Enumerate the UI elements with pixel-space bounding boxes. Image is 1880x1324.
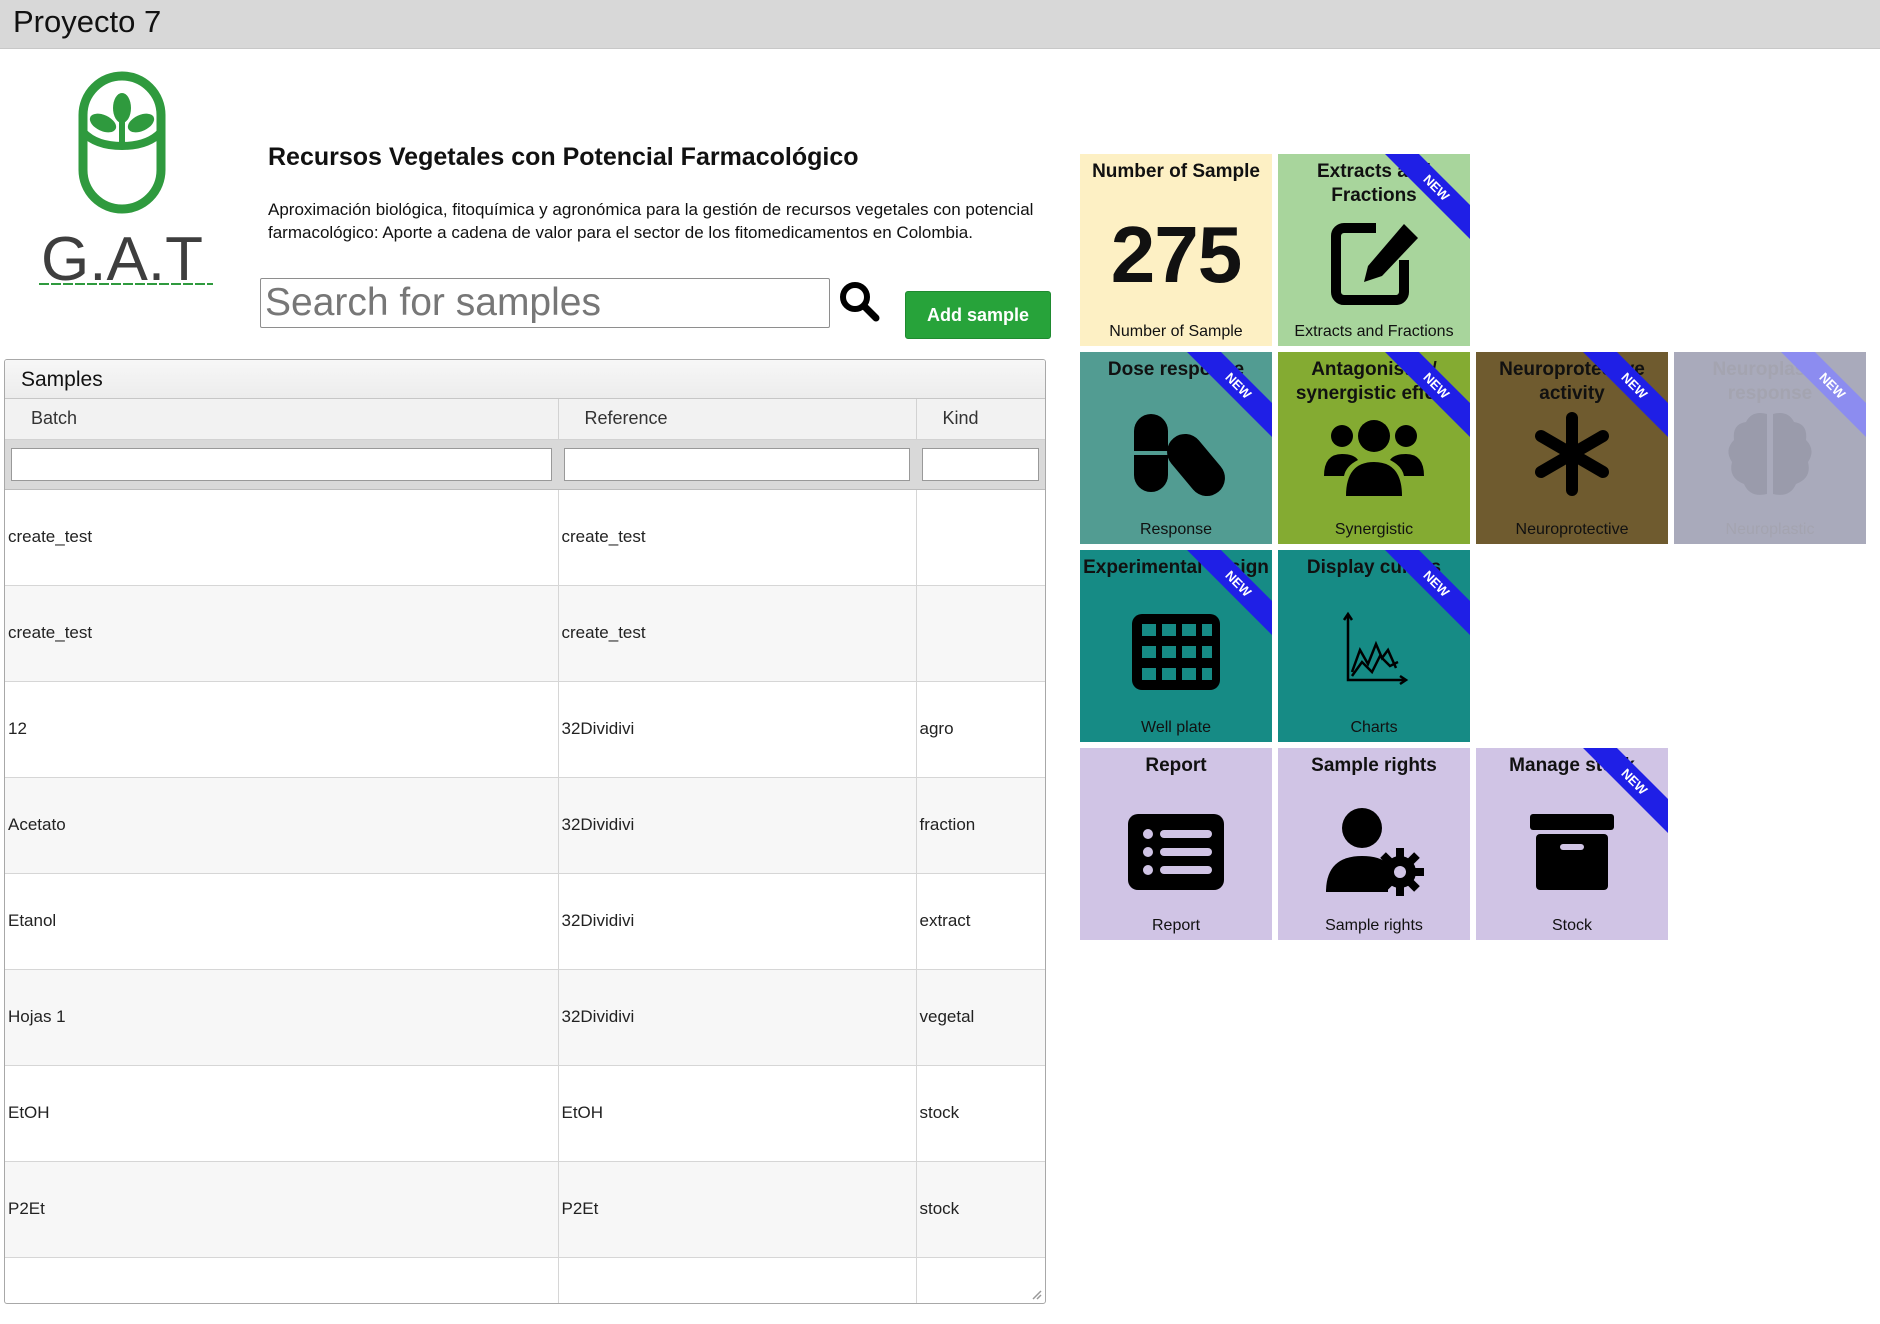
batch-cell xyxy=(5,1257,559,1303)
neuroprotective-tile[interactable]: Neuroprotective activity Neuroprotective… xyxy=(1476,352,1668,544)
pills-icon xyxy=(1134,414,1225,497)
user-gear-icon xyxy=(1326,808,1424,896)
sample-count: 275 xyxy=(1110,210,1242,299)
column-header-kind[interactable]: Kind xyxy=(916,399,1045,440)
tile-label: Report xyxy=(1151,917,1201,934)
kind-cell xyxy=(916,1257,1045,1303)
table-row[interactable]: P2Et P2Et stock xyxy=(5,1161,1045,1258)
column-header-batch[interactable]: Batch xyxy=(5,399,559,440)
list-icon xyxy=(1128,814,1224,890)
neuroplastic-tile: Neuroplastic response Neuroplastic NEW xyxy=(1674,352,1866,544)
app-page: Proyecto 7 G.A.T Recursos Vegetales con … xyxy=(0,0,1880,1324)
extracts-fractions-tile[interactable]: Extracts and Fractions Extracts and Frac… xyxy=(1278,154,1470,346)
table-row[interactable]: create_test create_test xyxy=(5,489,1045,586)
samples-panel-title: Samples xyxy=(5,360,1045,399)
kind-cell: stock xyxy=(916,1161,1045,1258)
kind-cell xyxy=(916,489,1045,586)
reference-cell xyxy=(558,1257,917,1303)
svg-text:G.A.T: G.A.T xyxy=(41,225,203,290)
batch-cell: Etanol xyxy=(5,873,559,970)
display-curves-tile[interactable]: Display curves Charts NEW xyxy=(1278,550,1470,742)
window-title: Proyecto 7 xyxy=(13,4,162,39)
batch-filter-input[interactable] xyxy=(11,447,552,481)
column-header-reference[interactable]: Reference xyxy=(558,399,917,440)
batch-cell: P2Et xyxy=(5,1161,559,1258)
tile-label: Charts xyxy=(1350,719,1398,736)
experimental-design-tile[interactable]: Experimental design Well plate NEW xyxy=(1080,550,1272,742)
tile-label: Response xyxy=(1139,521,1213,538)
kind-cell: stock xyxy=(916,1065,1045,1162)
table-row[interactable]: 12 32Dividivi agro xyxy=(5,681,1045,778)
reference-cell: EtOH xyxy=(558,1065,917,1162)
reference-cell: P2Et xyxy=(558,1161,917,1258)
kind-cell xyxy=(916,585,1045,682)
table-row[interactable]: Acetato 32Dividivi fraction xyxy=(5,777,1045,874)
table-row[interactable]: create_test create_test xyxy=(5,585,1045,682)
batch-cell: Hojas 1 xyxy=(5,969,559,1066)
tile-label: Sample rights xyxy=(1325,917,1423,934)
tile-label: Synergistic xyxy=(1334,521,1414,538)
reference-cell: create_test xyxy=(558,585,917,682)
kind-filter-input[interactable] xyxy=(922,447,1039,481)
search-input[interactable] xyxy=(260,278,830,328)
table-row[interactable]: Hojas 1 32Dividivi vegetal xyxy=(5,969,1045,1066)
samples-table: Batch Reference Kind create_test create_… xyxy=(5,399,1045,1303)
number-of-sample-tile[interactable]: Number of Sample 275 Number of Sample xyxy=(1080,154,1272,346)
users-icon xyxy=(1324,420,1424,496)
batch-cell: Acetato xyxy=(5,777,559,874)
brain-icon xyxy=(1728,413,1812,495)
batch-cell: create_test xyxy=(5,585,559,682)
sample-rights-tile[interactable]: Sample rights Sample rights xyxy=(1278,748,1470,940)
app-heading: Recursos Vegetales con Potencial Farmaco… xyxy=(268,143,859,171)
reference-filter-input[interactable] xyxy=(564,447,910,481)
edit-icon xyxy=(1331,223,1418,305)
add-sample-button[interactable]: Add sample xyxy=(905,291,1051,339)
report-tile[interactable]: Report Report xyxy=(1080,748,1272,940)
asterisk-icon xyxy=(1535,412,1609,496)
batch-cell: 12 xyxy=(5,681,559,778)
kind-cell: extract xyxy=(916,873,1045,970)
table-row[interactable]: EtOH EtOH stock xyxy=(5,1065,1045,1162)
chart-icon xyxy=(1342,611,1409,686)
batch-cell: EtOH xyxy=(5,1065,559,1162)
reference-cell: 32Dividivi xyxy=(558,969,917,1066)
archive-icon xyxy=(1530,814,1614,890)
manage-stock-tile[interactable]: Manage stock Stock NEW xyxy=(1476,748,1668,940)
kind-cell: vegetal xyxy=(916,969,1045,1066)
tile-title: Sample rights xyxy=(1311,755,1437,776)
tile-label: Well plate xyxy=(1141,719,1211,736)
batch-cell: create_test xyxy=(5,489,559,586)
resize-grip-icon[interactable] xyxy=(1030,1288,1042,1300)
tile-label: Neuroplastic xyxy=(1725,521,1815,538)
grid-icon xyxy=(1132,614,1220,690)
tile-label: Extracts and Fractions xyxy=(1294,323,1454,340)
search-icon[interactable] xyxy=(838,280,882,324)
table-row[interactable]: Etanol 32Dividivi extract xyxy=(5,873,1045,970)
tile-title: Report xyxy=(1145,755,1207,776)
samples-panel: Samples Batch Reference Kind create_test xyxy=(4,359,1046,1304)
tile-title: Number of Sample xyxy=(1092,161,1260,182)
gat-logo: G.A.T xyxy=(36,66,216,294)
dose-response-tile[interactable]: Dose response Response NEW xyxy=(1080,352,1272,544)
kind-cell: fraction xyxy=(916,777,1045,874)
table-row[interactable] xyxy=(5,1257,1045,1303)
tile-label: Stock xyxy=(1551,917,1592,934)
reference-cell: 32Dividivi xyxy=(558,777,917,874)
kind-cell: agro xyxy=(916,681,1045,778)
app-description: Aproximación biológica, fitoquímica y ag… xyxy=(268,200,1034,242)
reference-cell: 32Dividivi xyxy=(558,681,917,778)
reference-cell: 32Dividivi xyxy=(558,873,917,970)
tile-label: Neuroprotective xyxy=(1515,521,1629,538)
window-titlebar: Proyecto 7 xyxy=(0,0,1880,49)
reference-cell: create_test xyxy=(558,489,917,586)
antagonistic-tile[interactable]: Antagonistic / synergistic effect Synerg… xyxy=(1278,352,1470,544)
tile-label: Number of Sample xyxy=(1109,323,1243,340)
